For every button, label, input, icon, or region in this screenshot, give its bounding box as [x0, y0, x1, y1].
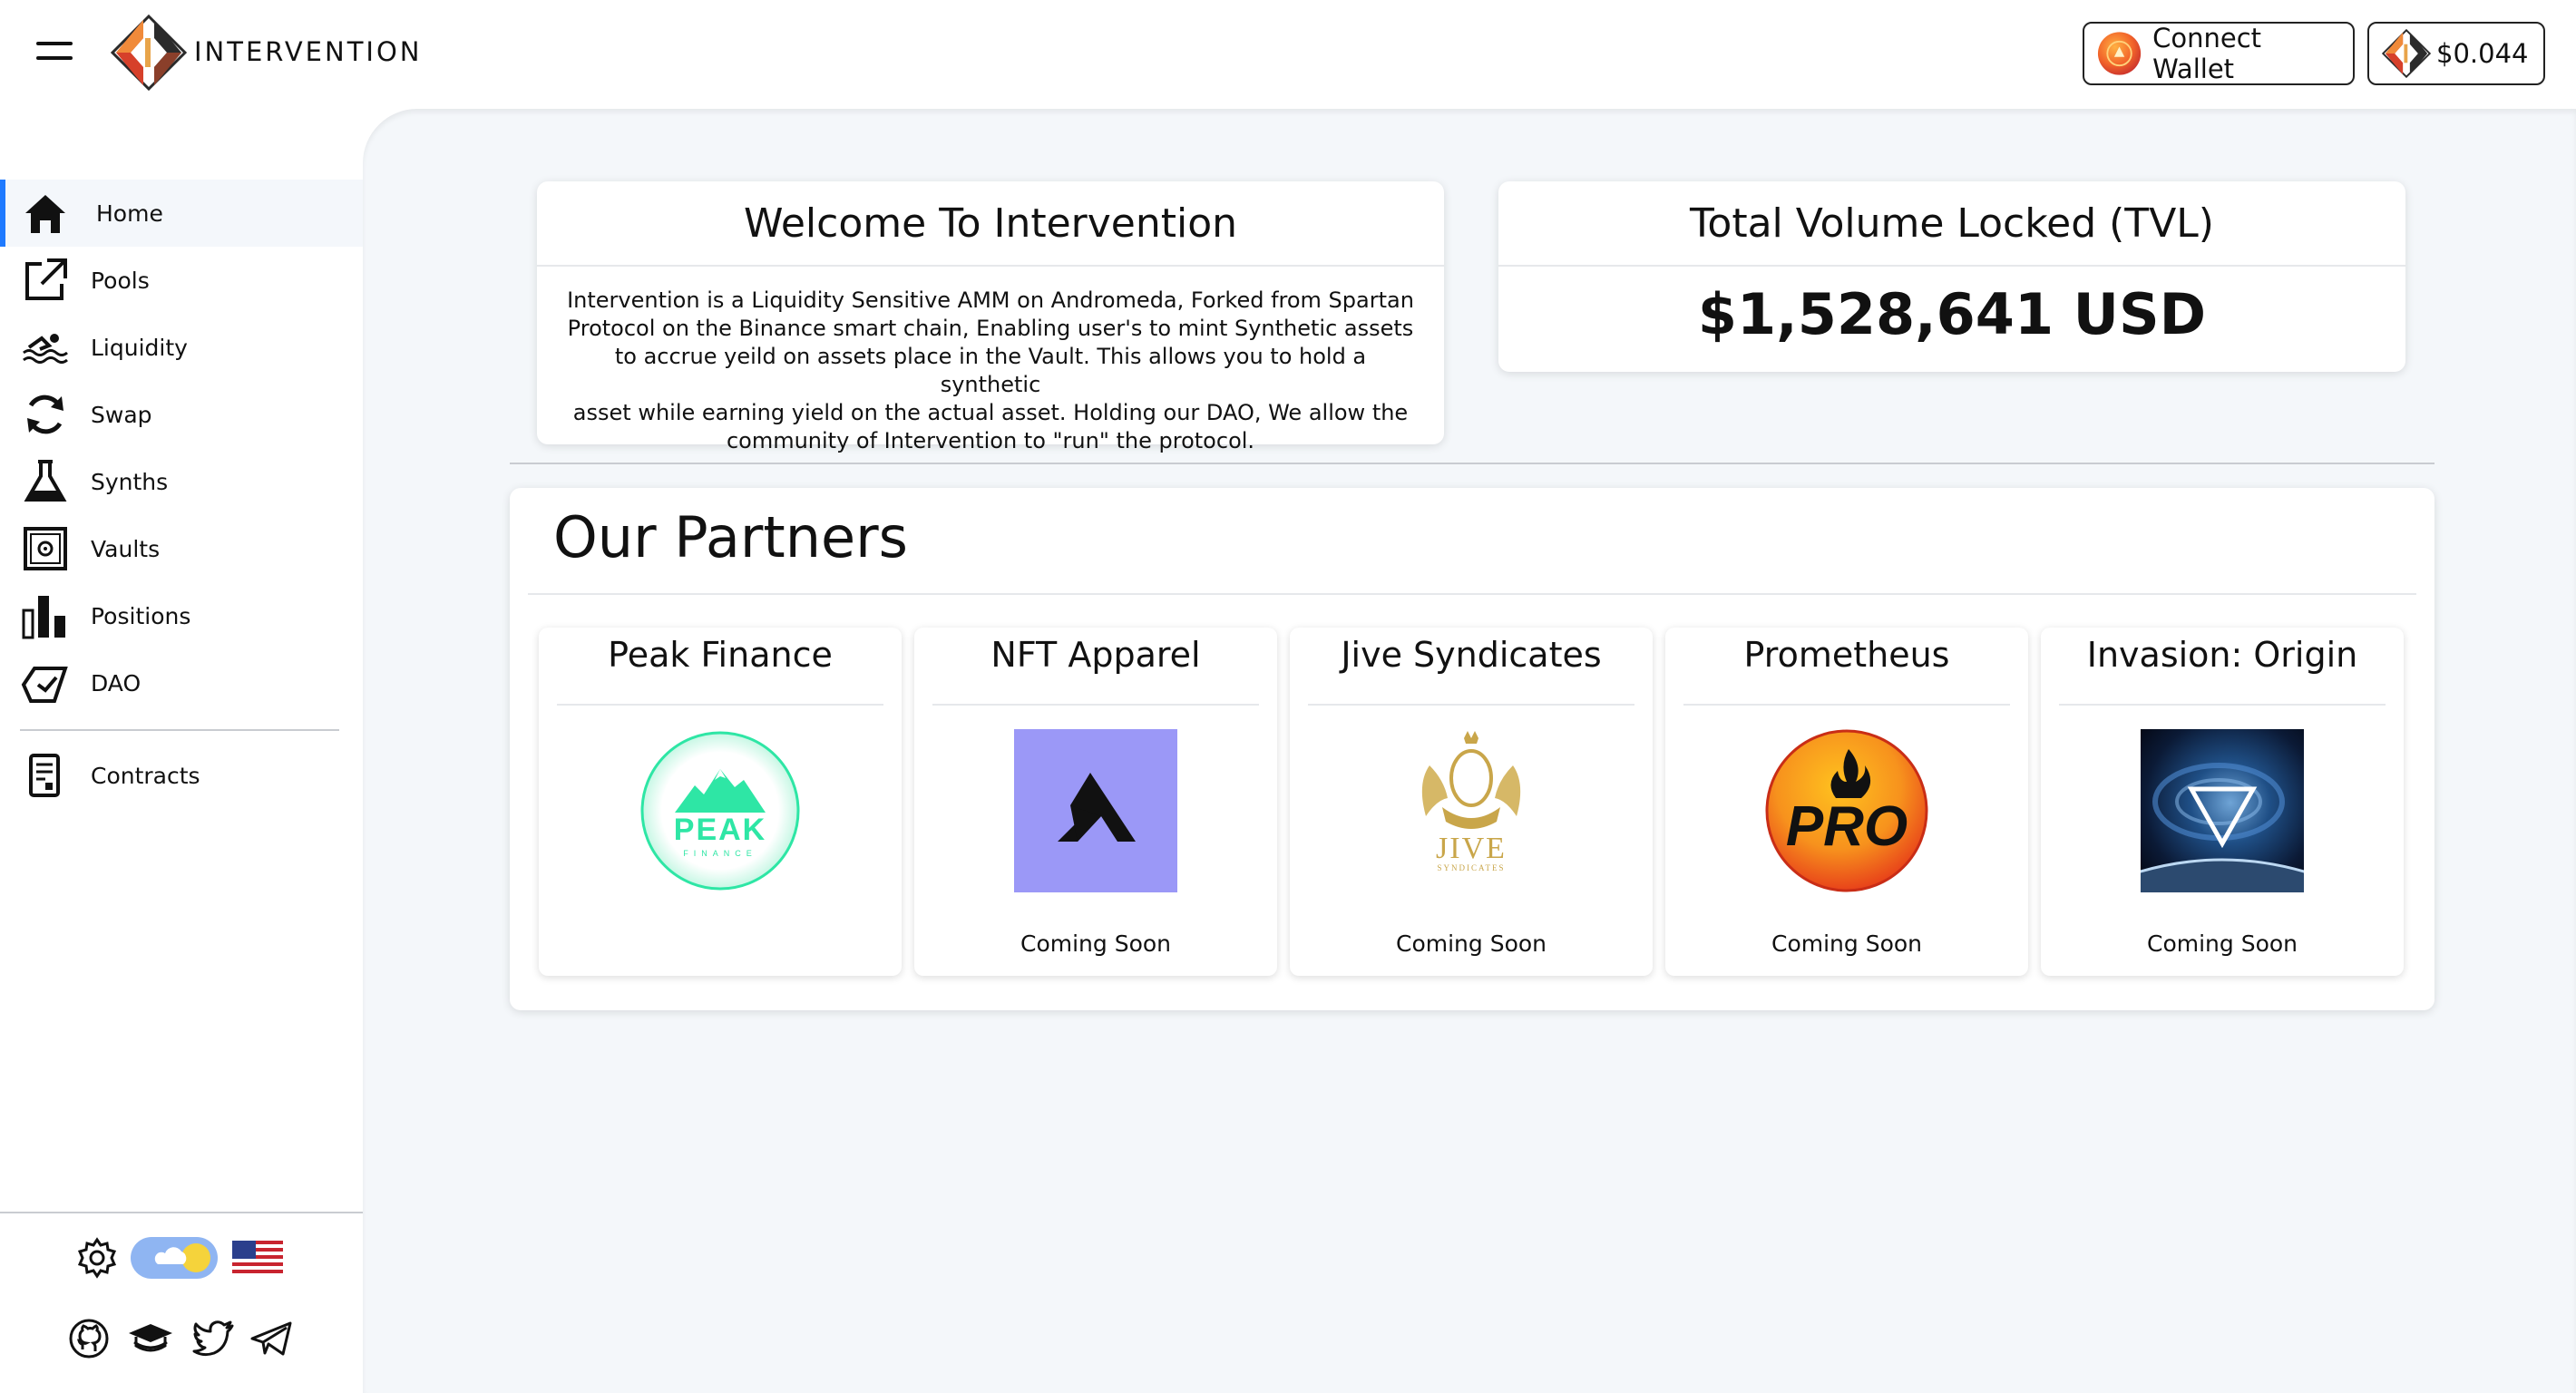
welcome-card: Welcome To Intervention Intervention is …: [537, 181, 1444, 453]
brand-name: INTERVENTION: [194, 36, 423, 67]
partner-card-nft-apparel[interactable]: NFT Apparel Coming Soon: [914, 628, 1277, 976]
sidebar: Home Pools Liquidity Swap Synths Vaults …: [0, 109, 363, 1393]
tvl-title: Total Volume Locked (TVL): [1498, 181, 2405, 267]
jive-syndicates-logo: JIVE SYNDICATES: [1390, 729, 1553, 892]
bar-chart-icon: [22, 596, 65, 639]
partner-divider: [2059, 704, 2386, 706]
partner-name: Prometheus: [1743, 635, 1950, 675]
peak-logo-text: PEAK: [674, 813, 766, 847]
sidebar-item-home[interactable]: Home: [0, 180, 363, 247]
partner-status: Coming Soon: [2146, 930, 2298, 957]
partner-status: Coming Soon: [1395, 930, 1547, 957]
sidebar-item-pools[interactable]: Pools: [0, 247, 363, 314]
partners-title: Our Partners: [553, 504, 908, 570]
flask-icon: [24, 460, 67, 502]
peak-finance-logo: PEAK FINANCE: [640, 731, 800, 891]
sidebar-item-label: Positions: [91, 602, 191, 629]
refresh-icon: [27, 395, 63, 434]
section-divider: [510, 463, 2435, 464]
partner-divider: [557, 704, 883, 706]
partner-name: NFT Apparel: [990, 635, 1201, 675]
sidebar-item-vaults[interactable]: Vaults: [0, 515, 363, 582]
partner-status: Coming Soon: [1020, 930, 1171, 957]
partner-card-jive-syndicates[interactable]: Jive Syndicates JIVE SYNDICATES Coming S…: [1290, 628, 1653, 976]
sidebar-item-swap[interactable]: Swap: [0, 381, 363, 448]
wallet-avatar-icon: [2097, 32, 2142, 75]
sidebar-item-label: Synths: [91, 468, 169, 495]
github-icon[interactable]: [69, 1319, 109, 1359]
token-price-button[interactable]: $0.044: [2367, 22, 2545, 85]
sidebar-item-synths[interactable]: Synths: [0, 448, 363, 515]
nft-apparel-logo: [1014, 729, 1177, 892]
intervention-logo[interactable]: [111, 15, 187, 91]
welcome-title: Welcome To Intervention: [537, 181, 1444, 267]
sidebar-footer-divider: [0, 1212, 363, 1213]
partner-divider: [1683, 704, 2010, 706]
hamburger-menu-icon[interactable]: [36, 42, 76, 65]
tvl-value: $1,528,641 USD: [1697, 281, 2207, 347]
partners-card: Our Partners Peak Finance PEAK FINANCE N…: [510, 488, 2435, 1010]
main-content: Welcome To Intervention Intervention is …: [363, 109, 2576, 1393]
connect-wallet-label: Connect Wallet: [2152, 23, 2262, 84]
welcome-line: community of Intervention to "run" the p…: [726, 428, 1255, 453]
sidebar-item-label: Liquidity: [91, 334, 188, 361]
token-price: $0.044: [2436, 38, 2529, 69]
partner-divider: [932, 704, 1259, 706]
docs-icon[interactable]: [127, 1320, 174, 1357]
partner-card-peak-finance[interactable]: Peak Finance PEAK FINANCE: [539, 628, 902, 976]
sidebar-item-label: Pools: [91, 267, 150, 294]
tvl-card: Total Volume Locked (TVL) $1,528,641 USD: [1498, 181, 2405, 372]
top-header: INTERVENTION Connect Wallet $0.044: [0, 0, 2576, 109]
gear-icon[interactable]: [76, 1237, 118, 1279]
peak-logo-subtext: FINANCE: [683, 849, 757, 858]
us-flag-icon[interactable]: [232, 1241, 283, 1277]
sidebar-item-label: Vaults: [91, 535, 161, 562]
jive-logo-subtext: SYNDICATES: [1437, 863, 1505, 872]
swimmer-icon: [23, 334, 68, 364]
vote-icon: [21, 667, 68, 703]
sidebar-item-label: DAO: [91, 669, 141, 696]
sidebar-item-label: Contracts: [91, 762, 200, 789]
prometheus-logo-text: PRO: [1786, 795, 1908, 858]
partner-name: Invasion: Origin: [2086, 635, 2358, 675]
partner-status: Coming Soon: [1771, 930, 1922, 957]
partner-card-invasion-origin[interactable]: Invasion: Origin Coming Soon: [2041, 628, 2404, 976]
sidebar-item-label: Home: [96, 200, 163, 227]
twitter-icon[interactable]: [192, 1319, 234, 1359]
partner-name: Peak Finance: [608, 635, 833, 675]
partners-divider: [528, 593, 2416, 595]
welcome-line: Intervention is a Liquidity Sensitive AM…: [567, 287, 1414, 313]
safe-icon: [24, 527, 67, 570]
jive-logo-text: JIVE: [1436, 832, 1507, 865]
sidebar-divider: [20, 729, 339, 731]
welcome-line: Protocol on the Binance smart chain, Ena…: [567, 316, 1414, 341]
prometheus-logo: PRO: [1765, 729, 1928, 892]
connect-wallet-button[interactable]: Connect Wallet: [2083, 22, 2355, 85]
sidebar-item-contracts[interactable]: Contracts: [0, 742, 363, 809]
intervention-token-icon: [2382, 29, 2431, 78]
invasion-origin-logo: [2141, 729, 2304, 892]
external-link-icon: [25, 258, 67, 300]
sidebar-item-positions[interactable]: Positions: [0, 582, 363, 649]
welcome-description: Intervention is a Liquidity Sensitive AM…: [564, 287, 1417, 455]
partner-card-prometheus[interactable]: Prometheus PRO Coming Soon: [1665, 628, 2028, 976]
theme-toggle[interactable]: [131, 1237, 218, 1279]
partner-divider: [1308, 704, 1634, 706]
document-icon: [29, 754, 60, 797]
sidebar-item-liquidity[interactable]: Liquidity: [0, 314, 363, 381]
telegram-icon[interactable]: [250, 1320, 292, 1357]
partner-name: Jive Syndicates: [1341, 635, 1602, 675]
home-icon: [25, 195, 65, 233]
welcome-line: asset while earning yield on the actual …: [572, 400, 1409, 425]
welcome-line: to accrue yeild on assets place in the V…: [614, 344, 1367, 397]
sidebar-item-dao[interactable]: DAO: [0, 649, 363, 716]
sidebar-item-label: Swap: [91, 401, 152, 428]
